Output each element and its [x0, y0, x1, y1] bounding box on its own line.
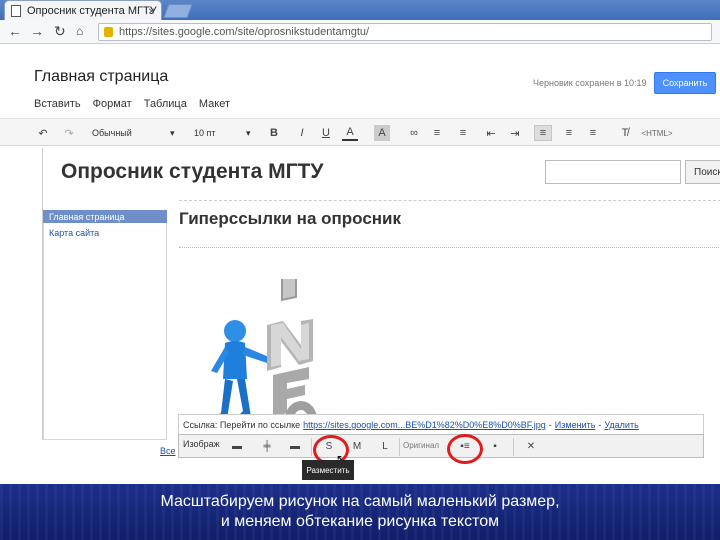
tooltip: Разместить — [302, 460, 354, 480]
content-area: Гиперссылки на опросник — [179, 200, 720, 440]
close-icon[interactable]: × — [148, 4, 155, 18]
menu-insert[interactable]: Вставить — [34, 98, 81, 110]
highlight-circle-wrap — [447, 434, 483, 464]
underline-icon[interactable]: U — [320, 125, 332, 141]
size-value: 10 пт — [194, 128, 216, 138]
sidebar-nav: Главная страница Карта сайта — [43, 210, 167, 239]
undo-icon[interactable]: ↶ — [36, 125, 50, 141]
sidebar-item-home[interactable]: Главная страница — [43, 210, 167, 223]
tab-title: Опросник студента МГТУ — [27, 4, 157, 17]
search-button[interactable]: Поиск — [685, 160, 720, 184]
site-title: Опросник студента МГТУ — [61, 160, 324, 183]
menu-table[interactable]: Таблица — [144, 98, 187, 110]
highlight-color-icon[interactable]: A — [374, 125, 390, 141]
browser-tab[interactable]: Опросник студента МГТУ × — [4, 0, 162, 20]
size-medium-button[interactable]: M — [347, 438, 367, 454]
save-button[interactable]: Сохранить — [654, 72, 716, 94]
align-left-icon[interactable]: ▬ — [227, 438, 247, 454]
bullet-list-icon[interactable]: ≡ — [456, 125, 470, 141]
address-url: https://sites.google.com/site/oprosnikst… — [119, 26, 370, 38]
tab-strip: Опросник студента МГТУ × — [0, 0, 720, 20]
caption-band: Масштабируем рисунок на самый маленький … — [0, 484, 720, 540]
back-icon[interactable]: ← — [8, 23, 22, 39]
forward-icon[interactable]: → — [30, 23, 44, 39]
toolbar-divider — [513, 438, 514, 456]
menu-layout[interactable]: Макет — [199, 98, 230, 110]
home-icon[interactable]: ⌂ — [76, 24, 83, 38]
link-prefix: Ссылка: Перейти по ссылке — [183, 420, 301, 430]
sidebar-box — [43, 210, 167, 440]
menu-format[interactable]: Формат — [93, 98, 132, 110]
content-heading: Гиперссылки на опросник — [179, 209, 402, 228]
editor-menubar: Вставить Формат Таблица Макет — [34, 98, 230, 110]
link-icon[interactable]: ∞ — [406, 125, 422, 141]
editor-header: Главная страница Черновик сохранен в 10:… — [0, 44, 720, 148]
bold-icon[interactable]: B — [268, 125, 280, 141]
align-left-icon[interactable]: ≡ — [534, 125, 552, 141]
address-bar[interactable]: https://sites.google.com/site/oprosnikst… — [98, 23, 712, 41]
size-large-button[interactable]: L — [375, 438, 395, 454]
close-icon[interactable]: ✕ — [521, 438, 541, 454]
indent-icon[interactable]: ⇥ — [508, 125, 522, 141]
align-right-icon[interactable]: ≡ — [586, 125, 600, 141]
format-toolbar: ↶ ↷ Обычный ▾ 10 пт ▾ B I U A A ∞ ≡ ≡ ⇤ … — [0, 118, 720, 146]
search-input[interactable] — [545, 160, 681, 184]
clear-format-icon[interactable]: T̸ — [618, 125, 632, 141]
heading-divider — [179, 247, 719, 248]
site-page: Опросник студента МГТУ Поиск Главная стр… — [42, 148, 720, 440]
caption-line-2: и меняем обтекание рисунка текстом — [220, 513, 500, 530]
toolbar-divider — [399, 438, 400, 456]
separator-dash: - — [598, 420, 602, 430]
image-link[interactable]: https://sites.google.com...BE%D1%82%D0%E… — [303, 420, 546, 430]
page-name: Главная страница — [34, 68, 169, 85]
align-right-icon[interactable]: ▬ — [285, 438, 305, 454]
lock-icon — [104, 27, 113, 37]
separator-dash: - — [548, 420, 552, 430]
browser-toolbar: ← → ↻ ⌂ https://sites.google.com/site/op… — [0, 20, 720, 44]
chevron-down-icon: ▾ — [246, 127, 251, 138]
change-link[interactable]: Изменить — [555, 420, 596, 430]
sidebar-item-sitemap[interactable]: Карта сайта — [43, 226, 167, 239]
image-toolbar: Изображ ▬ ╪ ▬ S M L Оригинал ▪≡ ▪ ✕ — [178, 434, 704, 458]
link-bubble: Ссылка: Перейти по ссылке https://sites.… — [178, 414, 704, 436]
align-center-icon[interactable]: ╪ — [257, 438, 277, 454]
align-center-icon[interactable]: ≡ — [562, 125, 576, 141]
numbered-list-icon[interactable]: ≡ — [430, 125, 444, 141]
chevron-down-icon: ▾ — [170, 127, 175, 138]
new-tab-button[interactable] — [163, 4, 193, 18]
side-link[interactable]: Все — [160, 446, 176, 456]
redo-icon[interactable]: ↷ — [62, 125, 76, 141]
outdent-icon[interactable]: ⇤ — [484, 125, 498, 141]
text-color-icon[interactable]: A — [342, 125, 358, 141]
toolbar-divider — [311, 438, 312, 456]
remove-link[interactable]: Удалить — [604, 420, 638, 430]
caption-line-1: Масштабируем рисунок на самый маленький … — [160, 493, 560, 510]
save-status: Черновик сохранен в 10:19 — [533, 78, 647, 88]
reload-icon[interactable]: ↻ — [54, 23, 66, 40]
wrap-label: Оригинал — [403, 441, 440, 450]
style-value: Обычный — [92, 128, 132, 138]
italic-icon[interactable]: I — [296, 125, 308, 141]
image-toolbar-label: Изображ — [183, 439, 220, 449]
page-icon — [11, 5, 21, 17]
style-dropdown[interactable]: Обычный ▾ — [92, 125, 180, 141]
html-button[interactable]: <HTML> — [640, 125, 674, 141]
wrap-none-icon[interactable]: ▪ — [485, 438, 505, 454]
size-dropdown[interactable]: 10 пт ▾ — [194, 125, 256, 141]
